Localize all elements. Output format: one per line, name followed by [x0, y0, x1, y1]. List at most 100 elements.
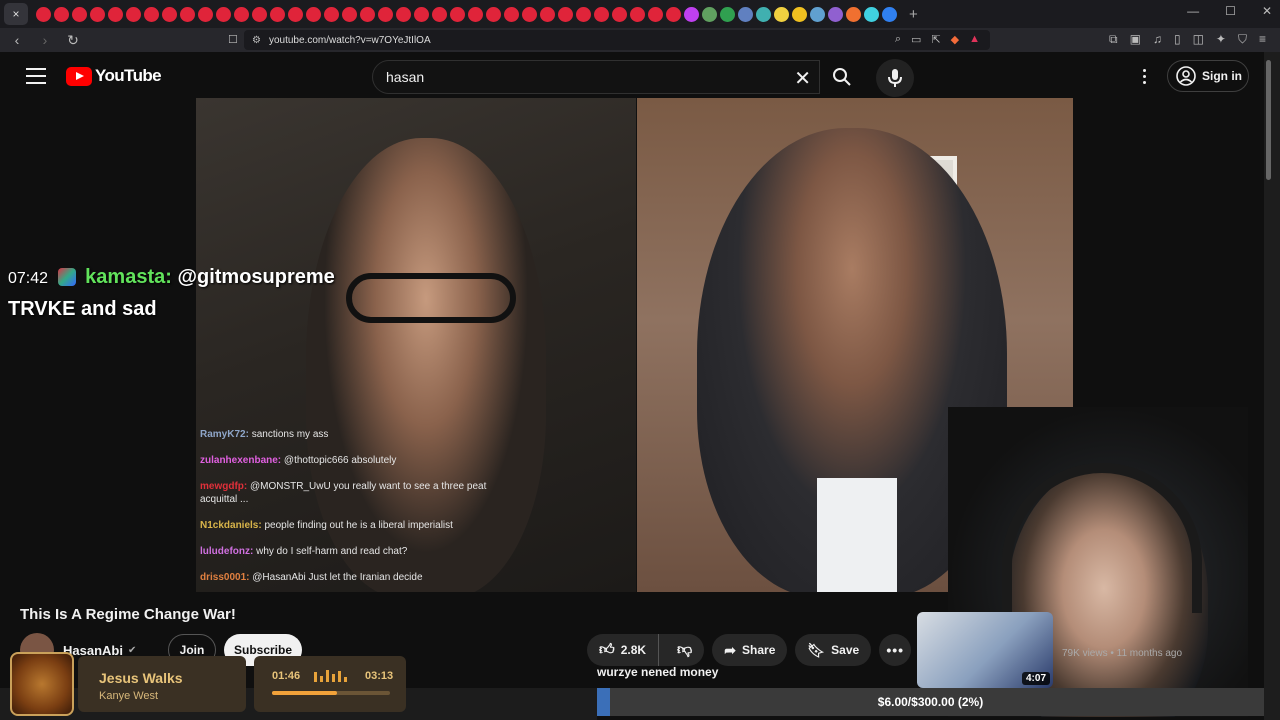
search-button[interactable]: [820, 60, 864, 94]
tab-favicon-icon[interactable]: [216, 6, 231, 22]
tab-favicon-icon[interactable]: [450, 6, 465, 22]
tab-favicon-icon[interactable]: [882, 6, 897, 22]
tab-favicon-icon[interactable]: [864, 6, 879, 22]
bookmark-icon[interactable]: ☐: [228, 33, 238, 46]
sidebar-icon[interactable]: ▯: [1174, 32, 1181, 47]
page-scrollbar-thumb[interactable]: [1266, 60, 1271, 180]
tab-favicon-icon[interactable]: [252, 6, 267, 22]
tab-favicon-icon[interactable]: [792, 6, 807, 22]
sign-in-button[interactable]: Sign in: [1167, 60, 1249, 92]
chat-message: zulanhexenbane: @thottopic666 absolutely: [200, 454, 500, 467]
voice-search-button[interactable]: [876, 59, 914, 97]
tab-favicon-icon[interactable]: [270, 6, 285, 22]
tab-favicon-icon[interactable]: [468, 6, 483, 22]
tab-favicon-icon[interactable]: [702, 6, 717, 22]
new-tab-button[interactable]: +: [909, 6, 918, 23]
now-playing-widget: Jesus Walks Kanye West 01:46 03:13: [10, 652, 406, 716]
like-button[interactable]: 👍︎ 2.8K: [587, 634, 660, 666]
tab-favicon-icon[interactable]: [288, 6, 303, 22]
tab-favicon-icon[interactable]: [666, 6, 681, 22]
tab-favicon-icon[interactable]: [612, 6, 627, 22]
tab-favicon-icon[interactable]: [648, 6, 663, 22]
chat-message: N1ckdaniels: people finding out he is a …: [200, 519, 500, 532]
tab-favicon-icon[interactable]: [72, 6, 87, 22]
sign-in-label: Sign in: [1202, 69, 1242, 83]
extensions-icon[interactable]: ⧉: [1109, 32, 1118, 47]
tab-favicon-icon[interactable]: [54, 6, 69, 22]
tab-favicon-icon[interactable]: [198, 6, 213, 22]
back-icon[interactable]: ‹: [6, 29, 28, 51]
playback-time: 01:46 03:13: [254, 656, 406, 712]
tab-favicon-icon[interactable]: [378, 6, 393, 22]
tab-favicon-icon[interactable]: [540, 6, 555, 22]
tab-favicon-icon[interactable]: [738, 6, 753, 22]
tab-favicon-icon[interactable]: [720, 6, 735, 22]
tab-favicon-icon[interactable]: [108, 6, 123, 22]
tab-favicon-icon[interactable]: [396, 6, 411, 22]
recommended-video-thumbnail[interactable]: 4:07: [917, 612, 1053, 688]
chat-username: RamyK72:: [200, 429, 249, 440]
recommended-video-meta: 79K views • 11 months ago: [1062, 648, 1183, 659]
menu-icon[interactable]: ≡: [1259, 32, 1266, 47]
tab-favicon-icon[interactable]: [594, 6, 609, 22]
tab-favicon-icon[interactable]: [846, 6, 861, 22]
tab-favicon-icon[interactable]: [828, 6, 843, 22]
tab-favicon-icon[interactable]: [576, 6, 591, 22]
chat-username: driss0001:: [200, 572, 250, 583]
video-title: This Is A Regime Change War!: [20, 606, 236, 623]
settings-kebab-icon[interactable]: [1138, 64, 1150, 88]
rewards-icon[interactable]: ▲: [969, 33, 980, 46]
forward-icon[interactable]: ›: [34, 29, 56, 51]
youtube-logo[interactable]: YouTube: [66, 66, 162, 86]
tab-favicon-icon[interactable]: [234, 6, 249, 22]
overlay-separator: :: [165, 266, 172, 288]
cast-icon[interactable]: ▭: [911, 33, 921, 46]
guide-menu-icon[interactable]: [26, 68, 46, 84]
tab-favicon-icon[interactable]: [126, 6, 141, 22]
tab-favicon-icon[interactable]: [360, 6, 375, 22]
donation-goal-bar: $6.00/$300.00 (2%): [597, 688, 1264, 716]
tab-favicon-icon[interactable]: [504, 6, 519, 22]
tab-favicon-icon[interactable]: [756, 6, 771, 22]
minimize-icon[interactable]: —: [1187, 4, 1199, 18]
tab-favicon-icon[interactable]: [144, 6, 159, 22]
tab-favicon-icon[interactable]: [90, 6, 105, 22]
tab-favicon-icon[interactable]: [432, 6, 447, 22]
leo-icon[interactable]: ✦: [1216, 32, 1226, 47]
address-bar[interactable]: ☐ ⚙ youtube.com/watch?v=w7OYeJtIlOA ⌕ ▭ …: [228, 30, 990, 50]
tab-favicon-icon[interactable]: [342, 6, 357, 22]
shield-icon[interactable]: ◆: [951, 33, 959, 46]
tab-favicon-icon[interactable]: [162, 6, 177, 22]
tab-favicon-icon[interactable]: [180, 6, 195, 22]
tab-close-button[interactable]: ×: [4, 3, 28, 25]
vpn-icon[interactable]: ⛉: [1238, 32, 1247, 47]
more-actions-button[interactable]: •••: [879, 634, 912, 666]
tab-favicon-icon[interactable]: [774, 6, 789, 22]
tab-favicon-icon[interactable]: [522, 6, 537, 22]
site-info-icon[interactable]: ⚙: [252, 35, 261, 46]
tab-favicon-icon[interactable]: [324, 6, 339, 22]
share-button[interactable]: ➦ Share: [712, 634, 788, 666]
tab-favicon-icon[interactable]: [306, 6, 321, 22]
reload-icon[interactable]: ↻: [62, 29, 84, 51]
video-player[interactable]: RamyK72: sanctions my ass zulanhexenbane:…: [196, 98, 1073, 592]
close-window-icon[interactable]: ✕: [1262, 4, 1272, 18]
tab-favicon-icon[interactable]: [414, 6, 429, 22]
save-button[interactable]: 🔖︎ Save: [795, 634, 872, 666]
overlay-username: kamasta: [85, 266, 166, 288]
music-icon[interactable]: ♫: [1153, 32, 1162, 47]
tab-favicon-icon[interactable]: [630, 6, 645, 22]
search-input[interactable]: hasan ✕: [372, 60, 820, 94]
maximize-icon[interactable]: ☐: [1225, 4, 1236, 18]
tab-favicon-icon[interactable]: [558, 6, 573, 22]
tab-favicon-icon[interactable]: [684, 6, 699, 22]
zoom-icon[interactable]: ⌕: [895, 33, 901, 46]
tab-favicon-icon[interactable]: [486, 6, 501, 22]
tab-favicon-icon[interactable]: [36, 6, 51, 22]
clear-search-icon[interactable]: ✕: [794, 66, 811, 91]
wallet-balance-icon[interactable]: ◫: [1193, 32, 1204, 47]
share-page-icon[interactable]: ⇱: [931, 33, 940, 46]
wallet-icon[interactable]: ▣: [1130, 32, 1141, 47]
dislike-button[interactable]: 👎︎: [665, 634, 704, 666]
tab-favicon-icon[interactable]: [810, 6, 825, 22]
